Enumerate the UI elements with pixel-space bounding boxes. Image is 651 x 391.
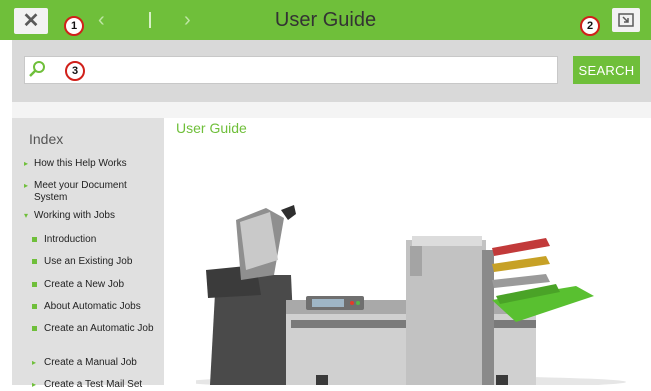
sidebar-item-create-manual-job[interactable]: ▸ Create a Manual Job: [24, 357, 160, 369]
square-bullet-icon: [32, 304, 37, 309]
sidebar-item-label: About Automatic Jobs: [44, 301, 141, 312]
sidebar-item-label: Meet your Document System: [34, 180, 127, 203]
search-icon: [29, 61, 45, 77]
callout-marker-3: 3: [65, 61, 85, 81]
sidebar-item-meet-system[interactable]: ▸ Meet your Document System: [24, 180, 160, 204]
sidebar-item-label: Working with Jobs: [34, 210, 115, 221]
sidebar-item-create-test-mail-set[interactable]: ▸ Create a Test Mail Set: [24, 379, 160, 391]
search-button[interactable]: SEARCH: [573, 56, 640, 84]
sidebar-item-label: Use an Existing Job: [44, 256, 133, 267]
callout-marker-2: 2: [580, 16, 600, 36]
triangle-bullet-icon: ▸: [32, 380, 37, 389]
square-bullet-icon: [32, 259, 37, 264]
square-bullet-icon: [32, 326, 37, 331]
triangle-bullet-icon: ▸: [24, 159, 29, 168]
content-title: User Guide: [176, 120, 247, 136]
sidebar-item-about-automatic-jobs[interactable]: About Automatic Jobs: [24, 301, 160, 313]
page-title-text: User Guide: [274, 9, 377, 31]
window-toggle-button[interactable]: [612, 8, 640, 32]
folder-inserter-machine-image: [196, 205, 626, 385]
sidebar-item-create-automatic-job[interactable]: Create an Automatic Job: [24, 323, 160, 335]
divider: [12, 102, 651, 118]
sidebar-title: Index: [29, 131, 64, 147]
sidebar-item-label: Create a Test Mail Set: [44, 379, 143, 390]
callout-marker-1: 1: [64, 16, 84, 36]
sidebar-item-create-new-job[interactable]: Create a New Job: [24, 279, 160, 291]
square-bullet-icon: [32, 282, 37, 287]
sidebar-item-label: Create an Automatic Job: [44, 323, 154, 334]
square-bullet-icon: [32, 237, 37, 242]
triangle-bullet-icon: ▸: [24, 181, 29, 190]
sidebar-item-label: Create a Manual Job: [44, 357, 137, 368]
triangle-down-bullet-icon: ▾: [24, 211, 29, 220]
sidebar-item-introduction[interactable]: Introduction: [24, 234, 160, 246]
search-input[interactable]: [24, 56, 558, 84]
sidebar-item-use-existing-job[interactable]: Use an Existing Job: [24, 256, 160, 268]
page-title: User Guide: [0, 5, 651, 35]
sidebar-item-working-with-jobs[interactable]: ▾ Working with Jobs: [24, 210, 160, 222]
sidebar-item-label: How this Help Works: [34, 158, 127, 169]
sidebar-item-label: Introduction: [44, 234, 97, 245]
sidebar-item-label: Create a New Job: [44, 279, 125, 290]
sidebar-item-how-help-works[interactable]: ▸ How this Help Works: [24, 158, 160, 170]
triangle-bullet-icon: ▸: [32, 358, 37, 367]
window-resize-icon: [618, 13, 634, 27]
